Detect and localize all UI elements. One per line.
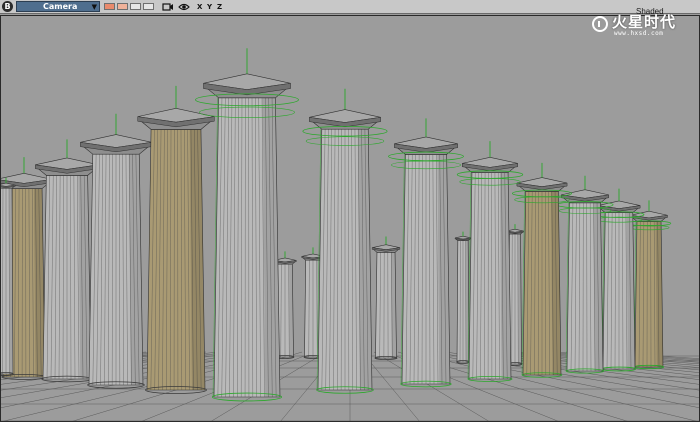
camera-label: Camera: [43, 2, 78, 11]
layer-swatch-button-4[interactable]: [143, 3, 154, 10]
column-shade: [289, 264, 294, 357]
axis-y-toggle[interactable]: Y: [207, 1, 212, 13]
column-shade: [390, 252, 397, 358]
watermark-logo: 火星时代 www.hxsd.com: [590, 14, 696, 38]
column-shade: [626, 212, 635, 369]
axis-z-toggle[interactable]: Z: [217, 1, 222, 13]
column-shade: [499, 172, 511, 379]
axis-x-toggle[interactable]: X: [197, 1, 202, 13]
column: [80, 113, 152, 389]
viewport-toolbar: B Camera ▼ X Y Z: [0, 0, 700, 14]
column-shade: [357, 129, 372, 390]
3d-scene-viewport[interactable]: [0, 15, 700, 422]
layer-swatch-button-1[interactable]: [104, 3, 115, 10]
column: [35, 139, 99, 383]
logo-url-text: www.hxsd.com: [614, 30, 664, 37]
column: [388, 118, 464, 388]
logo-mark-icon: [592, 16, 608, 32]
column-shade: [593, 202, 603, 371]
column-shade: [550, 191, 561, 375]
column-shade: [262, 97, 280, 398]
column-shade: [128, 154, 143, 385]
dropdown-arrow-icon: ▼: [91, 3, 97, 11]
layer-swatch-button-3[interactable]: [130, 3, 141, 10]
eye-icon[interactable]: [178, 1, 190, 13]
column-shade: [655, 221, 663, 367]
column-scene: [0, 15, 700, 422]
column: [371, 236, 401, 360]
column-shade: [189, 129, 205, 390]
columns: [0, 15, 700, 422]
layer-swatch-button-2[interactable]: [117, 3, 128, 10]
maya-viewport-window: B Camera ▼ X Y Z Shaded 火星时代 www.hxsd.co…: [0, 0, 700, 422]
panel-badge-button[interactable]: B: [2, 1, 13, 12]
camera-icon[interactable]: [162, 1, 174, 13]
column: [137, 85, 215, 394]
column-shade: [437, 154, 450, 384]
logo-brand-text: 火星时代: [612, 13, 677, 31]
camera-selector[interactable]: Camera ▼: [16, 1, 100, 12]
column-shade: [78, 175, 91, 379]
